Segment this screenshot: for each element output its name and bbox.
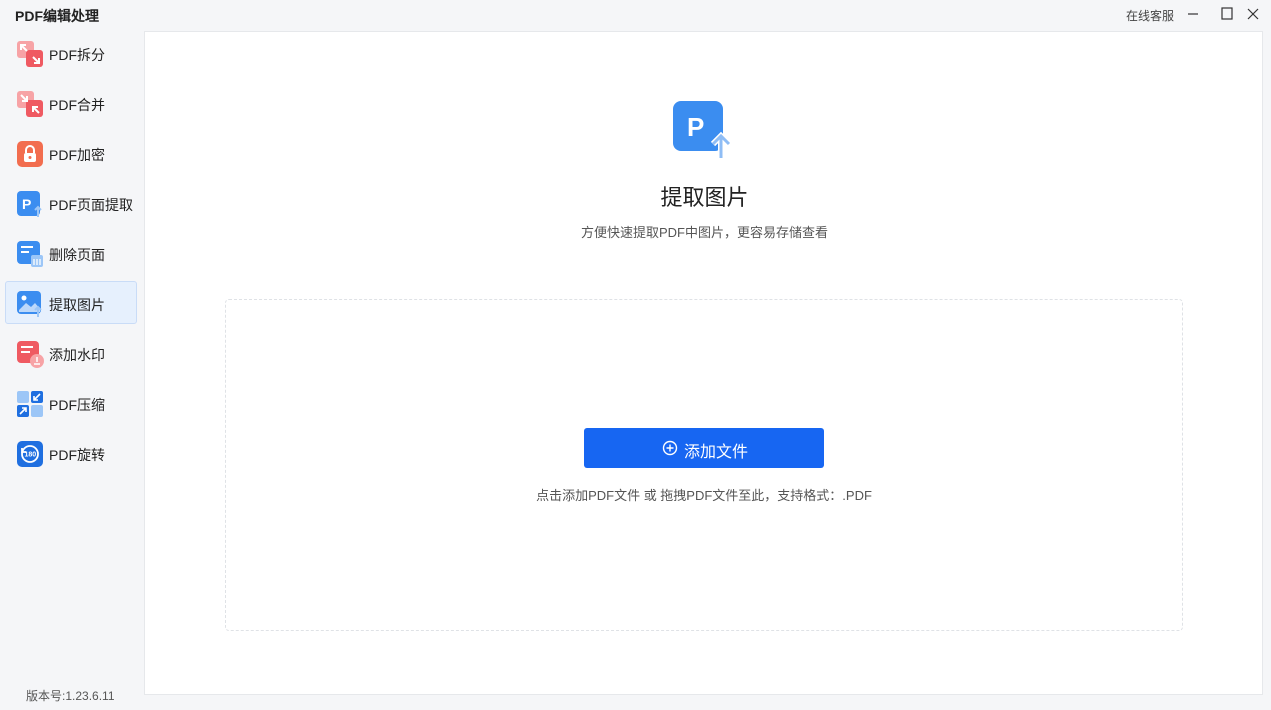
image-extract-icon xyxy=(16,290,44,318)
page-subtitle: 方便快速提取PDF中图片，更容易存储查看 xyxy=(580,225,828,240)
add-file-button[interactable]: 添加文件 xyxy=(584,428,824,468)
svg-text:180: 180 xyxy=(25,452,37,459)
pdf-upload-icon: P xyxy=(672,100,736,164)
sidebar-item-pdf-merge[interactable]: PDF合并 xyxy=(5,81,137,124)
app-title: PDF编辑处理 xyxy=(15,8,99,24)
app-window: PDF编辑处理 在线客服 PDF拆分 PDF合并 PDF加密 P PDF页面提取… xyxy=(0,0,1271,710)
maximize-button[interactable] xyxy=(1217,4,1237,24)
sidebar-item-label: PDF压缩 xyxy=(49,397,105,413)
sidebar-item-pdf-page-extract[interactable]: P PDF页面提取 xyxy=(5,181,137,224)
minimize-button[interactable] xyxy=(1183,4,1203,24)
rotate-icon: 180 xyxy=(16,440,44,468)
sidebar-item-label: PDF加密 xyxy=(49,147,105,163)
watermark-icon xyxy=(16,340,44,368)
title-bar: PDF编辑处理 在线客服 xyxy=(0,0,1271,28)
lock-icon xyxy=(16,140,44,168)
sidebar-item-delete-page[interactable]: 删除页面 xyxy=(5,231,137,274)
merge-icon xyxy=(16,90,44,118)
compress-icon xyxy=(16,390,44,418)
maximize-icon xyxy=(1221,7,1233,20)
sidebar-item-label: 提取图片 xyxy=(49,297,105,313)
sidebar-item-label: 删除页面 xyxy=(49,247,105,263)
sidebar-item-label: PDF旋转 xyxy=(49,447,105,463)
file-drop-zone[interactable]: 添加文件 点击添加PDF文件 或 拖拽PDF文件至此，支持格式：.PDF xyxy=(225,299,1183,631)
sidebar: PDF拆分 PDF合并 PDF加密 P PDF页面提取 删除页面 提取图片 添加… xyxy=(0,28,144,710)
version-label: 版本号:1.23.6.11 xyxy=(26,689,115,703)
sidebar-item-label: PDF合并 xyxy=(49,97,105,113)
drop-hint-text: 点击添加PDF文件 或 拖拽PDF文件至此，支持格式：.PDF xyxy=(536,488,872,503)
online-service-link[interactable]: 在线客服 xyxy=(1126,7,1174,24)
svg-text:P: P xyxy=(687,112,704,142)
add-file-label: 添加文件 xyxy=(684,444,749,461)
sidebar-item-label: PDF页面提取 xyxy=(49,197,133,213)
sidebar-item-pdf-split[interactable]: PDF拆分 xyxy=(5,31,137,74)
minimize-icon xyxy=(1188,13,1198,15)
sidebar-item-label: 添加水印 xyxy=(49,347,105,363)
sidebar-item-label: PDF拆分 xyxy=(49,47,105,63)
close-icon xyxy=(1247,8,1259,20)
plus-circle-icon xyxy=(662,440,678,456)
delete-page-icon xyxy=(16,240,44,268)
sidebar-item-pdf-compress[interactable]: PDF压缩 xyxy=(5,381,137,424)
page-title: 提取图片 xyxy=(660,185,749,210)
sidebar-item-extract-image[interactable]: 提取图片 xyxy=(5,281,137,324)
sidebar-item-add-watermark[interactable]: 添加水印 xyxy=(5,331,137,374)
split-icon xyxy=(16,40,44,68)
main-panel: P 提取图片 方便快速提取PDF中图片，更容易存储查看 添加文件 点击添加PDF… xyxy=(144,31,1263,695)
sidebar-item-pdf-encrypt[interactable]: PDF加密 xyxy=(5,131,137,174)
svg-text:P: P xyxy=(22,196,31,212)
close-button[interactable] xyxy=(1243,4,1263,24)
sidebar-item-pdf-rotate[interactable]: 180 PDF旋转 xyxy=(5,431,137,474)
page-extract-icon: P xyxy=(16,190,44,218)
